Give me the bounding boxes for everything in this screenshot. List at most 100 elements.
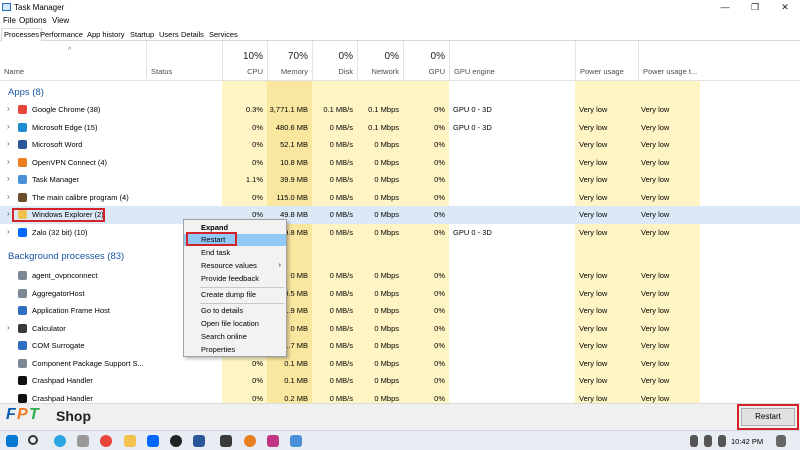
chevron-right-icon[interactable]: › <box>7 192 10 201</box>
memory-value: 0.1 MB <box>284 358 308 368</box>
chevron-right-icon[interactable]: › <box>7 209 10 218</box>
power-trend-value: Very low <box>641 323 670 333</box>
table-row[interactable]: agent_ovpnconnect0%0 MB0 MB/s0 Mbps0%Ver… <box>0 267 800 285</box>
menu-item-go-to-details[interactable]: Go to details <box>184 305 286 317</box>
task-manager-taskbar-icon[interactable] <box>290 435 302 447</box>
table-row[interactable]: ›Calculator0%0 MB0 MB/s0 Mbps0%Very lowV… <box>0 320 800 338</box>
tab-performance[interactable]: Performance <box>38 29 85 41</box>
gpu-value: 0% <box>434 227 445 237</box>
power-trend-value: Very low <box>641 157 670 167</box>
table-row[interactable]: Application Frame Host0%1.9 MB0 MB/s0 Mb… <box>0 302 800 320</box>
header-power-usage-trend[interactable]: Power usage t... <box>638 41 700 81</box>
table-row[interactable]: Crashpad Handler 0% 0.1 MB 0 MB/s 0 Mbps 0% Ve… <box>0 372 800 390</box>
power-trend-value: Very low <box>641 341 670 350</box>
disk-value: 0 MB/s <box>329 157 353 167</box>
table-row[interactable]: › Google Chrome (38) 0.3% 3,771.1 MB 0.1 MB/… <box>0 101 800 119</box>
menu-item-open-file-location[interactable]: Open file location <box>184 318 286 330</box>
tab-startup[interactable]: Startup <box>128 29 156 41</box>
tab-app-history[interactable]: App history <box>85 29 127 41</box>
header-status[interactable]: Status <box>146 41 222 81</box>
cpu-value: 0% <box>252 122 263 132</box>
zalo-taskbar-icon[interactable] <box>147 435 159 447</box>
edge-taskbar-icon[interactable] <box>54 435 66 447</box>
restart-button-highlight <box>737 404 799 430</box>
memory-value: 115.0 MB <box>276 192 308 202</box>
table-row[interactable]: › Microsoft Word 0% 52.1 MB 0 MB/s 0 Mbps 0% Ve… <box>0 136 800 154</box>
battery-tray-icon[interactable] <box>718 435 726 447</box>
menu-item-create-dump[interactable]: Create dump file <box>184 289 286 301</box>
maximize-button[interactable]: ❐ <box>740 0 770 15</box>
table-row[interactable]: ›Zalo (32 bit) (10)0%79.8 MB0 MB/s0 Mbps… <box>0 224 800 242</box>
menu-file[interactable]: File <box>3 16 16 25</box>
chevron-right-icon[interactable]: › <box>7 157 10 166</box>
header-name[interactable]: Name <box>0 41 146 81</box>
menu-item-end-task[interactable]: End task <box>184 247 286 259</box>
header-power-usage[interactable]: Power usage <box>575 41 638 81</box>
table-row[interactable]: AggregatorHost0%0.5 MB0 MB/s0 Mbps0%Very… <box>0 285 800 303</box>
table-row[interactable]: COM Surrogate0%1.7 MB0 MB/s0 Mbps0%Very … <box>0 337 800 355</box>
chevron-right-icon[interactable]: › <box>7 139 10 148</box>
table-row[interactable]: › Task Manager 1.1% 39.9 MB 0 MB/s 0 Mbps 0% Ve… <box>0 171 800 189</box>
gpu-value: 0% <box>434 157 445 167</box>
menu-item-properties[interactable]: Properties <box>184 344 286 356</box>
menu-item-provide-feedback[interactable]: Provide feedback <box>184 273 286 285</box>
notification-icon[interactable] <box>776 435 786 447</box>
table-row[interactable]: › OpenVPN Connect (4) 0% 10.8 MB 0 MB/s 0 Mbp… <box>0 154 800 172</box>
chrome-taskbar-icon[interactable] <box>100 435 112 447</box>
chevron-right-icon[interactable]: › <box>7 227 10 236</box>
start-icon[interactable] <box>6 435 18 447</box>
openvpn-taskbar-icon[interactable] <box>244 435 256 447</box>
header-gpu-engine[interactable]: GPU engine <box>449 41 575 81</box>
menu-item-resource-values[interactable]: Resource values › <box>184 260 286 272</box>
disk-value: 0.1 MB/s <box>323 105 353 114</box>
memory-value: 0.2 MB <box>284 393 308 403</box>
process-name: Microsoft Edge (15) <box>32 122 98 132</box>
header-gpu[interactable]: 0% GPU <box>403 41 449 81</box>
header-network[interactable]: 0% Network <box>357 41 403 81</box>
search-icon[interactable] <box>28 435 38 445</box>
tab-services[interactable]: Services <box>207 29 240 41</box>
header-memory[interactable]: 70% Memory <box>267 41 312 81</box>
table-row[interactable]: › Windows Explorer (2) 0% 49.8 MB 0 MB/s 0 Mb… <box>0 206 800 224</box>
process-list: Apps (8) Background processes (83) › Goog… <box>0 81 800 403</box>
network-value: 0 Mbps <box>374 192 399 202</box>
word-taskbar-icon[interactable] <box>193 435 205 447</box>
menu-view[interactable]: View <box>52 16 69 25</box>
tab-users[interactable]: Users <box>157 29 181 41</box>
chevron-right-icon[interactable]: › <box>7 323 10 332</box>
minimize-button[interactable]: — <box>710 0 740 15</box>
process-name: Calculator <box>32 323 66 333</box>
power-trend-value: Very low <box>641 358 670 368</box>
obs-taskbar-icon[interactable] <box>170 435 182 447</box>
app-icon <box>18 341 27 350</box>
network-tray-icon[interactable] <box>690 435 698 447</box>
task-view-icon[interactable] <box>77 435 89 447</box>
app-taskbar-icon[interactable] <box>220 435 232 447</box>
power-trend-value: Very low <box>641 288 670 298</box>
app-icon <box>18 306 27 315</box>
menu-item-search-online[interactable]: Search online <box>184 331 286 343</box>
header-disk[interactable]: 0% Disk <box>312 41 357 81</box>
cpu-value: 0% <box>252 210 263 219</box>
calculator-icon <box>18 323 27 333</box>
close-button[interactable]: ✕ <box>770 0 800 15</box>
table-row[interactable]: › The main calibre program (4) 0% 115.0 MB 0… <box>0 189 800 207</box>
volume-tray-icon[interactable] <box>704 435 712 447</box>
chrome-icon <box>18 105 27 114</box>
chevron-right-icon[interactable]: › <box>7 122 10 131</box>
table-row[interactable]: Crashpad Handler 0% 0.2 MB 0 MB/s 0 Mbps 0% Ve… <box>0 390 800 404</box>
explorer-taskbar-icon[interactable] <box>124 435 136 447</box>
menu-options[interactable]: Options <box>19 16 47 25</box>
chevron-right-icon[interactable]: › <box>7 174 10 183</box>
chevron-right-icon[interactable]: › <box>7 104 10 113</box>
tab-processes[interactable]: Processes <box>1 28 43 42</box>
tab-details[interactable]: Details <box>179 29 206 41</box>
table-row[interactable]: Component Package Support S... 0% 0.1 MB 0 … <box>0 355 800 373</box>
power-trend-value: Very low <box>641 175 670 184</box>
instagram-taskbar-icon[interactable] <box>267 435 279 447</box>
table-row[interactable]: › Microsoft Edge (15) 0% 480.6 MB 0 MB/s 0.1 … <box>0 119 800 137</box>
header-cpu[interactable]: 10% CPU <box>222 41 267 81</box>
process-name: AggregatorHost <box>32 288 85 298</box>
disk-value: 0 MB/s <box>329 227 353 237</box>
power-trend-value: Very low <box>641 210 670 219</box>
